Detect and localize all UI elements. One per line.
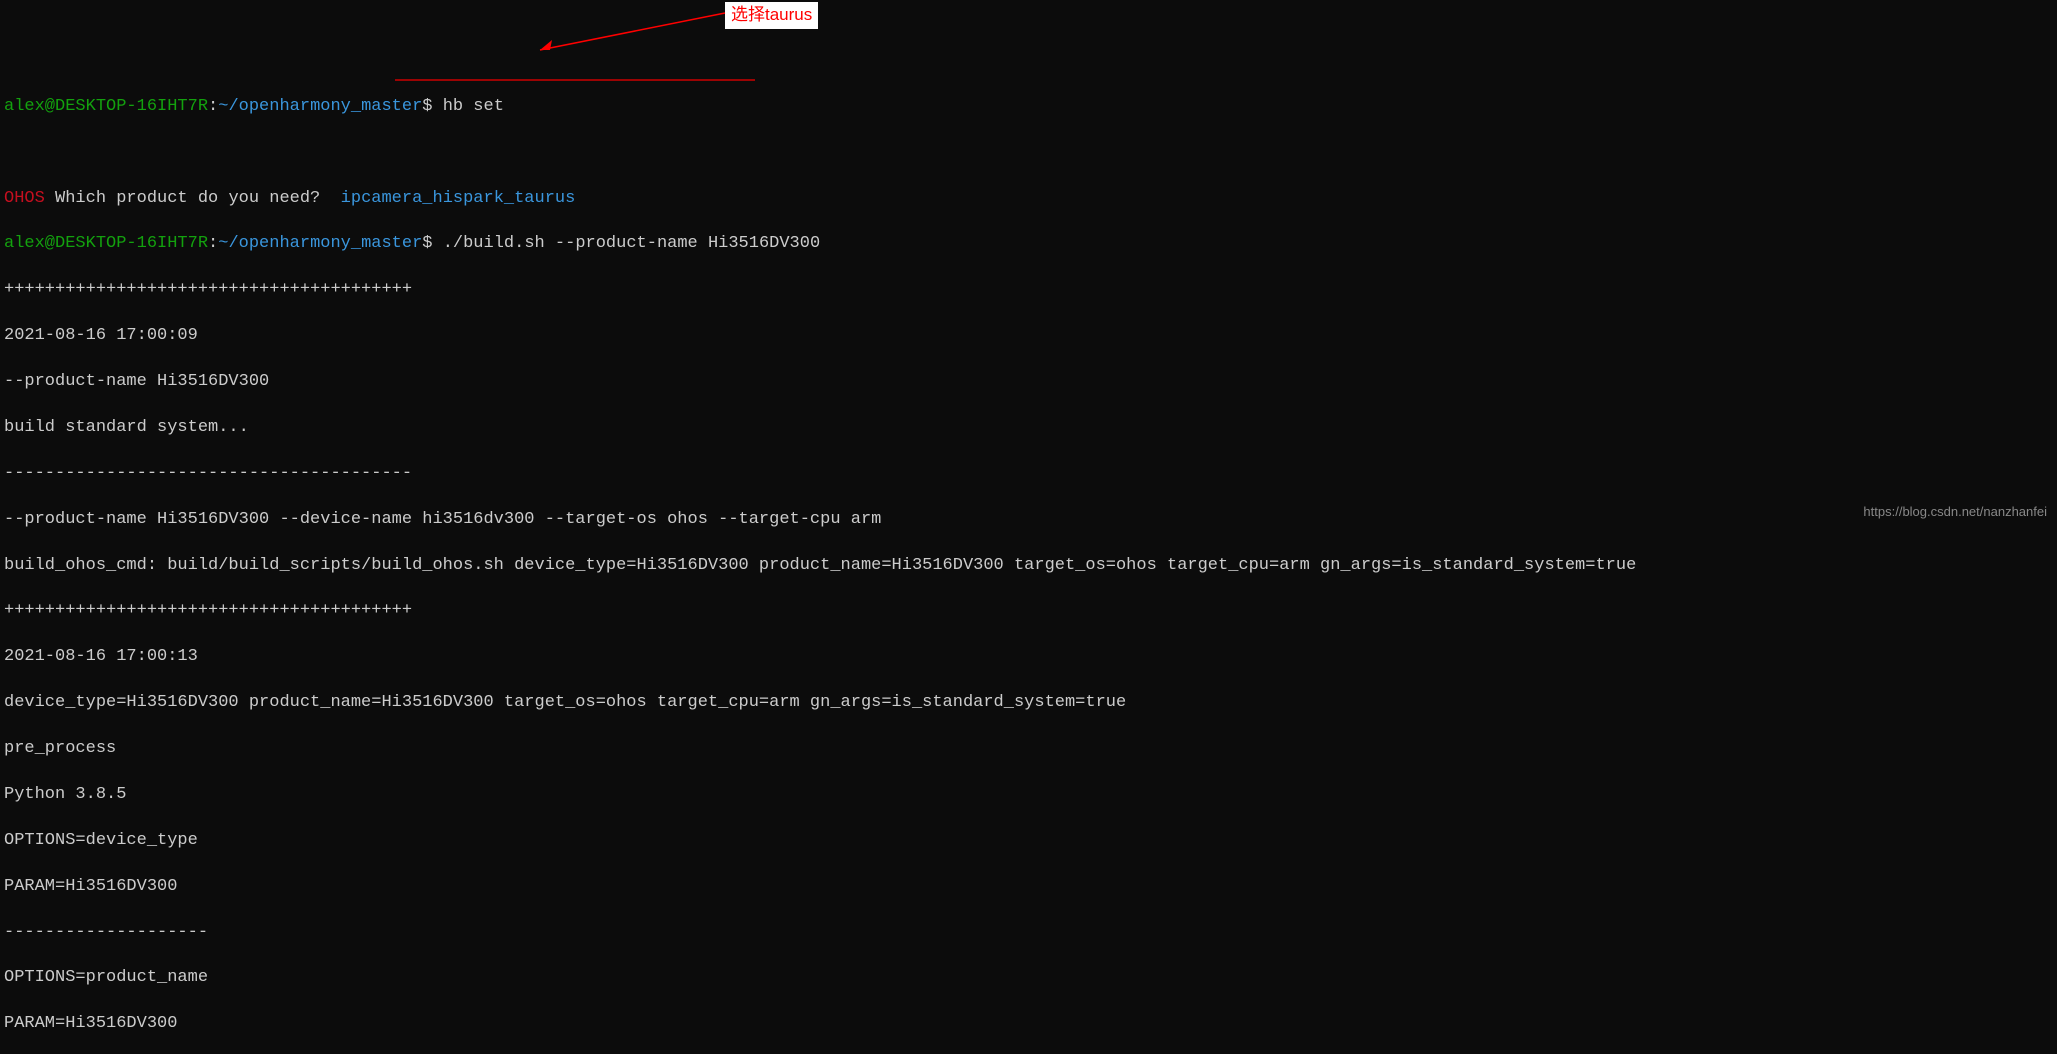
user-host: alex@DESKTOP-16IHT7R [4, 97, 208, 116]
output-line: build standard system... [4, 417, 2053, 440]
output-line: device_type=Hi3516DV300 product_name=Hi3… [4, 692, 2053, 715]
output-line: OPTIONS=product_name [4, 967, 2053, 990]
prompt-line-2: alex@DESKTOP-16IHT7R:~/openharmony_maste… [4, 233, 2053, 256]
ohos-question-line: OHOS Which product do you need? ipcamera… [4, 188, 2053, 211]
output-separator: ---------------------------------------- [4, 463, 2053, 486]
output-line: ++++++++++++++++++++++++++++++++++++++++ [4, 600, 2053, 623]
selected-product: ipcamera_hispark_taurus [341, 189, 576, 208]
output-timestamp: 2021-08-16 17:00:09 [4, 325, 2053, 348]
output-timestamp: 2021-08-16 17:00:13 [4, 646, 2053, 669]
output-line: --product-name Hi3516DV300 --device-name… [4, 509, 2053, 532]
output-separator: -------------------- [4, 922, 2053, 945]
output-line: --product-name Hi3516DV300 [4, 371, 2053, 394]
command-build: ./build.sh --product-name Hi3516DV300 [443, 234, 820, 253]
output-line: PARAM=Hi3516DV300 [4, 876, 2053, 899]
prompt-line-1: alex@DESKTOP-16IHT7R:~/openharmony_maste… [4, 96, 2053, 119]
output-line: PARAM=Hi3516DV300 [4, 1013, 2053, 1036]
user-host: alex@DESKTOP-16IHT7R [4, 234, 208, 253]
output-line: OPTIONS=device_type [4, 830, 2053, 853]
output-python-version: Python 3.8.5 [4, 784, 2053, 807]
annotation-arrow-icon [530, 8, 730, 58]
output-line: ++++++++++++++++++++++++++++++++++++++++ [4, 279, 2053, 302]
annotation-label: 选择taurus [725, 2, 818, 29]
output-line: build_ohos_cmd: build/build_scripts/buil… [4, 555, 2053, 578]
output-line: pre_process [4, 738, 2053, 761]
blank-line [4, 142, 2053, 165]
underline-icon [395, 78, 755, 84]
ohos-label: OHOS [4, 189, 45, 208]
watermark-text: https://blog.csdn.net/nanzhanfei [1863, 503, 2047, 521]
command-hb-set: hb set [443, 97, 504, 116]
